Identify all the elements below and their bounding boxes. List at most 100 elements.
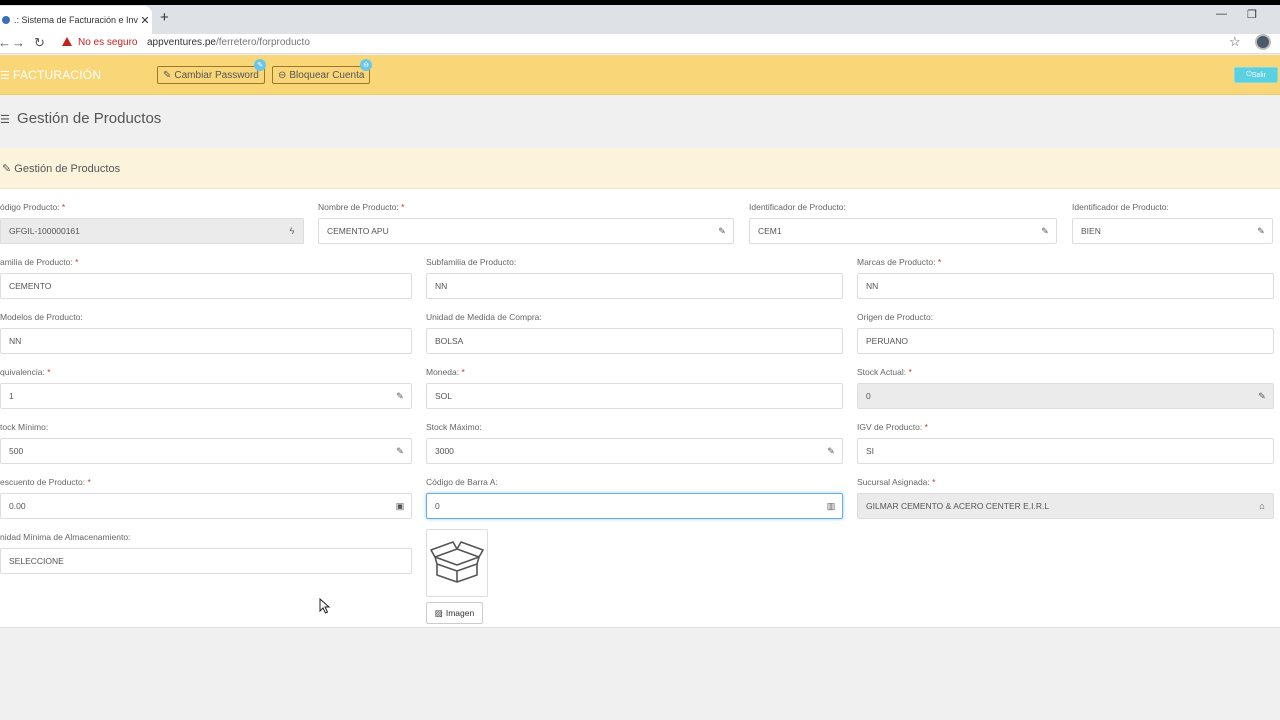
box-icon [430, 541, 484, 583]
igv-value: SI [866, 446, 875, 456]
descuento-label: escuento de Producto: * [0, 477, 91, 487]
moneda-select[interactable]: SOL [426, 383, 843, 409]
moneda-value: SOL [435, 391, 453, 401]
money-icon[interactable]: ▣ [389, 501, 411, 512]
logout-button[interactable]: ⏻ Salir [1234, 67, 1278, 83]
browser-tabbar: .: Sistema de Facturación e Inventario ✕… [0, 0, 1280, 34]
unidad-min-label: nidad Mínima de Almacenamiento: [0, 532, 131, 542]
mouse-cursor-icon [319, 598, 331, 614]
back-arrow-icon[interactable]: ← [0, 35, 11, 50]
panel-title: ✎ Gestión de Productos [2, 162, 120, 175]
equivalencia-value: 1 [9, 391, 14, 401]
pencil-icon[interactable]: ✎ [389, 446, 411, 457]
pencil-icon[interactable]: ✎ [389, 391, 411, 402]
image-icon: ▨ [434, 607, 443, 618]
minimize-icon[interactable]: — [1216, 8, 1227, 20]
stock-min-field[interactable]: 500 ✎ [0, 438, 412, 464]
familia-select[interactable]: CEMENTO [0, 273, 412, 299]
required-mark: * [924, 422, 928, 432]
stock-actual-field[interactable]: 0 ✎ [857, 383, 1274, 409]
url-host: appventures.pe [147, 37, 216, 48]
codigo-value: GFGIL-100000161 [9, 226, 80, 236]
change-password-label: Cambiar Password [174, 69, 259, 81]
sucursal-field[interactable]: GILMAR CEMENTO & ACERO CENTER E.I.R.L ⌂ [857, 493, 1274, 519]
barcode-icon[interactable]: ▥ [820, 501, 842, 512]
pencil-icon[interactable]: ✎ [1251, 391, 1273, 402]
marcas-select[interactable]: NN [857, 273, 1274, 299]
upload-image-button[interactable]: ▨ Imagen [426, 602, 483, 624]
identificador2-label: Identificador de Producto: [1072, 202, 1169, 212]
codigo-label: ódigo Producto: * [0, 202, 65, 212]
stock-min-label: tock Mínimo: [0, 422, 49, 432]
identificador1-field[interactable]: CEM1 ✎ [749, 218, 1057, 244]
moneda-label: Moneda: * [426, 367, 465, 377]
pencil-icon[interactable]: ✎ [1034, 226, 1056, 237]
bank-icon[interactable]: ⌂ [1251, 501, 1273, 511]
profile-avatar[interactable] [1255, 34, 1271, 50]
unidad-compra-label: Unidad de Medida de Compra: [426, 312, 542, 322]
address-bar: ← → ↻ No es seguro appventures.pe/ferret… [0, 34, 1280, 54]
menu-toggle-icon[interactable]: ☰ [0, 69, 10, 82]
browser-tab[interactable]: .: Sistema de Facturación e Inventario ✕ [0, 6, 152, 34]
nombre-field[interactable]: CEMENTO APU ✎ [318, 218, 734, 244]
panel-title-text: Gestión de Productos [14, 163, 121, 175]
equivalencia-field[interactable]: 1 ✎ [0, 383, 412, 409]
restore-icon[interactable]: ❐ [1247, 8, 1257, 21]
upload-image-label: Imagen [445, 608, 475, 618]
origen-select[interactable]: PERUANO [857, 328, 1274, 354]
lock-account-button[interactable]: ⊖ Bloquear Cuenta [272, 66, 371, 84]
identificador1-value: CEM1 [758, 226, 782, 236]
page-title: ☰ Gestión de Productos [0, 110, 161, 127]
familia-label: amilia de Producto: * [0, 257, 78, 267]
edit-icon: ✎ [2, 163, 12, 175]
reload-icon[interactable]: ↻ [34, 35, 45, 51]
subfamilia-value: NN [435, 281, 448, 291]
modelos-label: Modelos de Producto: [0, 312, 83, 322]
identificador2-field[interactable]: BIEN ✎ [1072, 218, 1273, 244]
warning-icon [62, 37, 72, 46]
required-mark: * [401, 202, 405, 212]
page-title-text: Gestión de Productos [17, 110, 162, 127]
subfamilia-select[interactable]: NN [426, 273, 843, 299]
new-tab-button[interactable]: + [160, 9, 169, 26]
marcas-label: Marcas de Producto: * [857, 257, 941, 267]
not-secure-label[interactable]: No es seguro [78, 37, 137, 48]
stock-actual-label-text: Stock Actual: [857, 367, 907, 377]
codigo-label-text: ódigo Producto: [0, 202, 60, 212]
igv-select[interactable]: SI [857, 438, 1274, 464]
bookmark-star-icon[interactable]: ☆ [1229, 34, 1241, 50]
unidad-compra-select[interactable]: BOLSA [426, 328, 843, 354]
stock-max-field[interactable]: 3000 ✎ [426, 438, 843, 464]
origen-label: Origen de Producto: [857, 312, 934, 322]
panel-header: ✎ Gestión de Productos [0, 148, 1280, 189]
codigo-barra-label: Código de Barra A: [426, 477, 498, 487]
pencil-icon[interactable]: ✎ [1250, 226, 1272, 237]
url-path: /ferretero/forproducto [215, 37, 310, 48]
close-tab-icon[interactable]: ✕ [138, 14, 152, 27]
pencil-icon[interactable]: ✎ [711, 226, 733, 237]
unidad-min-select[interactable]: SELECCIONE [0, 548, 412, 574]
bolt-icon[interactable]: ϟ [281, 226, 303, 236]
lock-account-label: Bloquear Cuenta [289, 69, 365, 81]
modelos-select[interactable]: NN [0, 328, 412, 354]
required-mark: * [937, 257, 942, 267]
url-field[interactable]: appventures.pe/ferretero/forproducto [147, 37, 310, 48]
equivalencia-label: quivalencia: * [0, 367, 51, 377]
modelos-value: NN [9, 336, 22, 346]
descuento-field[interactable]: 0.00 ▣ [0, 493, 412, 519]
stock-actual-label: Stock Actual: * [857, 367, 912, 377]
subfamilia-label: Subfamilia de Producto: [426, 257, 517, 267]
product-form-panel: ✎ Gestión de Productos ódigo Producto: *… [0, 148, 1280, 628]
codigo-barra-field[interactable]: 0 ▥ [426, 493, 843, 519]
familia-value: CEMENTO [9, 281, 52, 291]
app-brand[interactable]: FACTURACIÓN [13, 68, 101, 82]
codigo-field[interactable]: GFGIL-100000161 ϟ [0, 218, 304, 244]
change-password-button[interactable]: ✎ Cambiar Password [157, 66, 265, 84]
required-mark: * [908, 367, 912, 377]
stock-actual-value: 0 [866, 391, 871, 401]
minus-circle-icon: ⊖ [278, 69, 287, 81]
pencil-icon[interactable]: ✎ [820, 446, 842, 457]
marcas-label-text: Marcas de Producto: [857, 257, 936, 267]
equivalencia-label-text: quivalencia: [0, 367, 45, 377]
forward-arrow-icon[interactable]: → [12, 35, 25, 50]
